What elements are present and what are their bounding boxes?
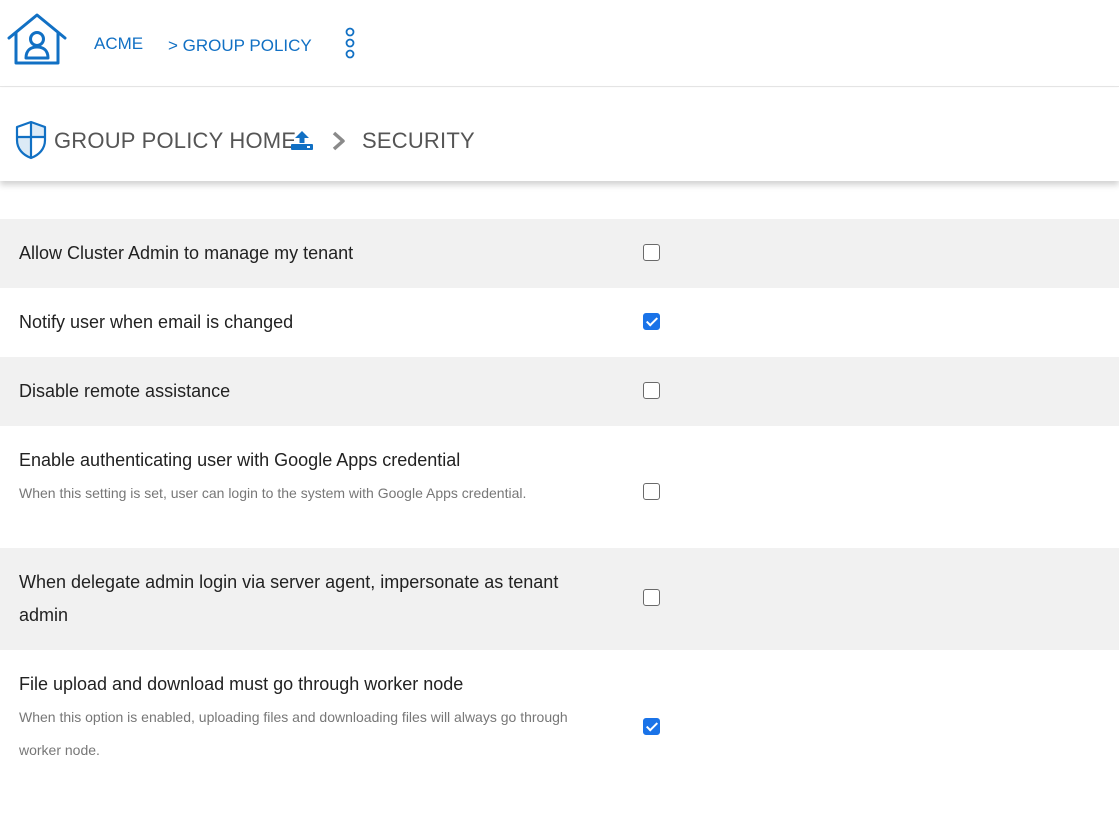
- setting-checkbox[interactable]: [643, 244, 660, 261]
- chevron-right-icon: [332, 131, 345, 151]
- setting-description: When this setting is set, user can login…: [19, 485, 527, 501]
- setting-title: Notify user when email is changed: [19, 312, 294, 332]
- setting-row-remote-assistance: Disable remote assistance: [0, 357, 1119, 426]
- settings-list: Allow Cluster Admin to manage my tenant …: [0, 219, 1119, 775]
- setting-row-cluster-admin: Allow Cluster Admin to manage my tenant: [0, 219, 1119, 288]
- setting-title: Allow Cluster Admin to manage my tenant: [19, 243, 354, 263]
- setting-row-notify-email: Notify user when email is changed: [0, 288, 1119, 357]
- setting-title: When delegate admin login via server age…: [19, 572, 559, 625]
- current-page-label: SECURITY: [362, 128, 475, 153]
- setting-checkbox[interactable]: [643, 483, 660, 500]
- setting-description: When this option is enabled, uploading f…: [19, 709, 568, 758]
- setting-title: File upload and download must go through…: [19, 674, 464, 694]
- breadcrumb-org[interactable]: ACME: [94, 34, 143, 54]
- setting-title: Enable authenticating user with Google A…: [19, 450, 461, 470]
- shield-icon: [15, 120, 47, 160]
- home-user-icon[interactable]: [6, 12, 68, 66]
- setting-checkbox[interactable]: [643, 589, 660, 606]
- kebab-menu-icon[interactable]: [343, 27, 357, 61]
- setting-title: Disable remote assistance: [19, 381, 231, 401]
- setting-row-delegate-admin: When delegate admin login via server age…: [0, 548, 1119, 650]
- top-bar: ACME > GROUP POLICY: [0, 0, 1119, 87]
- upload-icon[interactable]: [290, 129, 314, 151]
- setting-row-google-apps: Enable authenticating user with Google A…: [0, 426, 1119, 548]
- breadcrumb-group-policy[interactable]: > GROUP POLICY: [168, 36, 312, 56]
- group-policy-home-link[interactable]: GROUP POLICY HOME: [54, 128, 296, 154]
- setting-checkbox[interactable]: [643, 718, 660, 735]
- setting-checkbox[interactable]: [643, 313, 660, 330]
- setting-checkbox[interactable]: [643, 382, 660, 399]
- setting-row-worker-node: File upload and download must go through…: [0, 650, 1119, 775]
